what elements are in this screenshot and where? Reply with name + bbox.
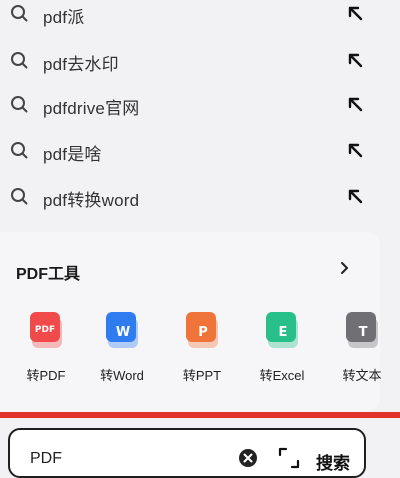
suggestion-text: pdf去水印 <box>43 55 119 74</box>
excel-file-icon: E <box>266 312 298 348</box>
search-icon <box>11 142 28 159</box>
scan-icon[interactable] <box>278 447 300 469</box>
suggestion-text: pdf派 <box>43 8 85 27</box>
highlight-divider <box>0 412 400 418</box>
tool-to-word[interactable]: W 转Word <box>94 312 150 392</box>
tool-label: 转PPT <box>182 368 222 383</box>
suggestion-item[interactable]: pdf派 <box>0 0 400 28</box>
tool-label: 转Word <box>100 368 144 383</box>
search-icon <box>11 188 28 205</box>
suggestion-text: pdf是啥 <box>43 145 102 164</box>
tool-badge: PDF <box>35 325 55 335</box>
tools-title: PDF工具 <box>16 266 81 283</box>
tool-to-text[interactable]: T 转文本 <box>334 312 390 392</box>
arrow-up-left-icon[interactable] <box>346 141 364 159</box>
clear-icon[interactable] <box>238 448 258 468</box>
tool-to-excel[interactable]: E 转Excel <box>254 312 310 392</box>
ppt-file-icon: P <box>186 312 218 348</box>
arrow-up-left-icon[interactable] <box>346 95 364 113</box>
arrow-up-left-icon[interactable] <box>346 187 364 205</box>
search-input[interactable]: PDF <box>30 450 62 468</box>
arrow-up-left-icon[interactable] <box>346 4 364 22</box>
tool-label: 转PDF <box>26 368 66 383</box>
search-icon <box>11 96 28 113</box>
suggestion-item[interactable]: pdf去水印 <box>0 45 400 75</box>
suggestion-item[interactable]: pdf转换word <box>0 181 400 211</box>
tool-to-pdf[interactable]: PDF 转PDF <box>18 312 74 392</box>
arrow-up-left-icon[interactable] <box>346 51 364 69</box>
pdf-file-icon: PDF <box>30 312 62 348</box>
tool-label: 转文本 <box>342 368 382 383</box>
tool-badge: T <box>359 325 368 340</box>
search-icon <box>11 52 28 69</box>
search-bar: PDF 搜索 <box>8 428 366 478</box>
search-icon <box>11 5 28 22</box>
suggestion-item[interactable]: pdf是啥 <box>0 135 400 165</box>
suggestion-item[interactable]: pdfdrive官网 <box>0 89 400 119</box>
tool-badge: P <box>198 325 208 340</box>
tool-badge: W <box>116 325 130 340</box>
text-file-icon: T <box>346 312 378 348</box>
tool-label: 转Excel <box>259 368 305 383</box>
tool-badge: E <box>279 325 288 340</box>
word-file-icon: W <box>106 312 138 348</box>
search-button[interactable]: 搜索 <box>316 449 350 474</box>
chevron-right-icon[interactable] <box>338 260 352 276</box>
suggestion-text: pdf转换word <box>43 191 140 210</box>
tool-to-ppt[interactable]: P 转PPT <box>174 312 230 392</box>
suggestion-text: pdfdrive官网 <box>43 99 140 118</box>
